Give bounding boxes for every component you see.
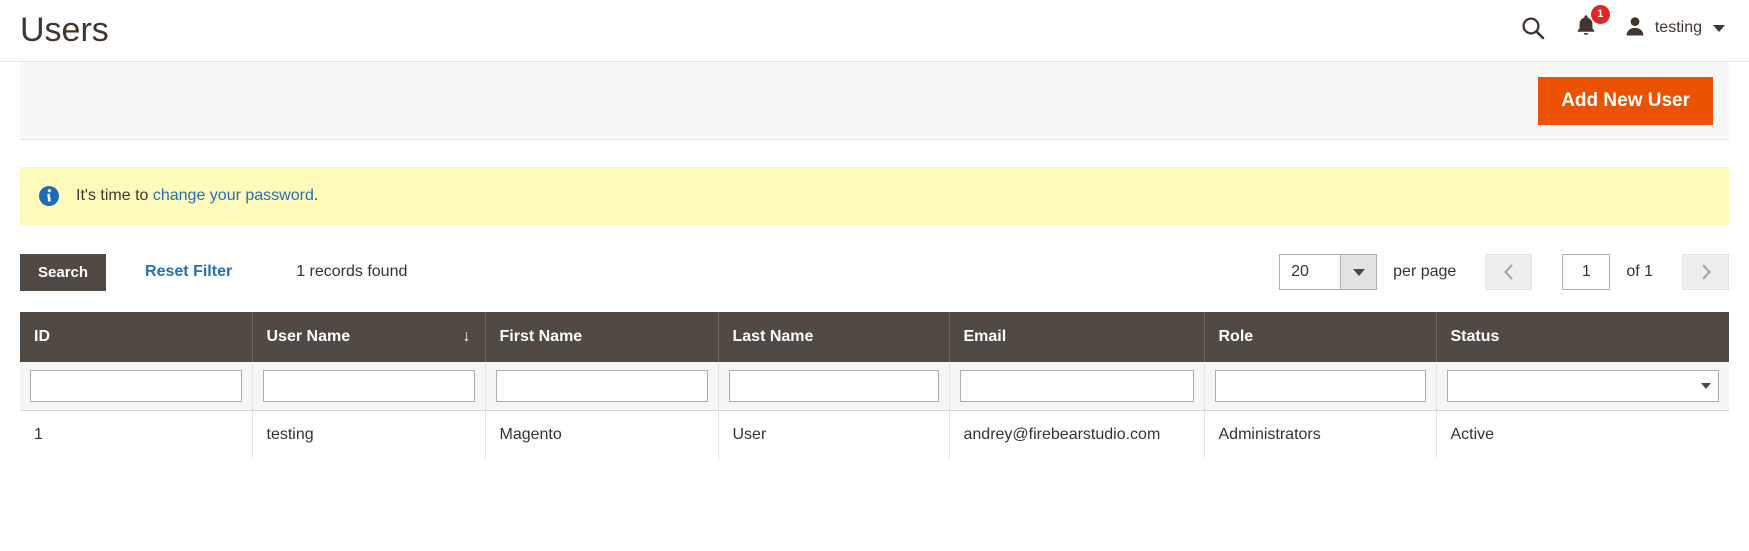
messages-area: It's time to change your password. [20,167,1729,225]
cell-role: Administrators [1204,410,1437,459]
table-row[interactable]: 1 testing Magento User andrey@firebearstudio… [20,410,1729,459]
filter-input-last-name[interactable] [728,369,939,402]
column-header-id[interactable]: ID [20,312,253,362]
notifications-button[interactable]: 1 [1560,5,1612,47]
user-menu-label: testing [1654,19,1702,36]
filter-input-email[interactable] [959,369,1194,402]
filter-cell [485,362,719,411]
page-header: Users 1 testing [0,0,1749,62]
column-header-label: Email [963,328,1007,345]
pager: 20 per page of 1 [1279,254,1729,290]
cell-id: 1 [20,410,253,459]
per-page-value: 20 [1291,263,1309,280]
chevron-down-icon [1352,268,1365,276]
column-header-label: Last Name [732,328,814,345]
per-page-dropdown-arrow[interactable] [1340,255,1377,289]
user-avatar-icon [1624,15,1646,42]
notice-message: It's time to change your password. [20,167,1729,225]
header-actions: 1 testing [1506,5,1731,48]
filter-input-id[interactable] [30,369,242,402]
column-header-first-name[interactable]: First Name [485,312,719,362]
column-header-role[interactable]: Role [1204,312,1437,362]
total-pages-label: of 1 [1626,263,1653,280]
info-icon [38,185,60,207]
filter-select-status[interactable] [1446,369,1719,402]
chevron-down-icon [1701,382,1711,389]
notifications-badge: 1 [1590,5,1610,24]
per-page-select[interactable]: 20 [1279,254,1378,290]
notice-message-text: It's time to change your password. [76,186,318,206]
filter-cell [252,362,486,411]
chevron-left-icon [1503,264,1513,280]
notice-text-before: It's time to [76,187,153,204]
filter-input-user-name[interactable] [262,369,475,402]
column-header-label: User Name [266,328,351,345]
column-header-email[interactable]: Email [949,312,1205,362]
next-page-button[interactable] [1682,254,1729,290]
table-header-row: ID User Name ↓ First Name Last Name Email Role… [20,312,1729,362]
cell-status: Active [1436,410,1729,459]
column-header-label: Role [1218,328,1254,345]
previous-page-button[interactable] [1485,254,1533,290]
page-actions-bar: Add New User [20,62,1729,140]
per-page-label: per page [1393,263,1457,280]
chevron-down-icon [1713,24,1725,32]
column-header-user-name[interactable]: User Name ↓ [252,312,486,362]
table-filter-row [20,362,1729,411]
reset-filter-link[interactable]: Reset Filter [145,263,232,281]
filter-cell [949,362,1205,411]
search-button[interactable] [1506,9,1560,47]
add-new-user-button[interactable]: Add New User [1538,76,1713,125]
records-found-count: 1 records found [296,263,408,280]
filter-input-first-name[interactable] [495,369,708,402]
cell-last-name: User [718,410,950,459]
search-submit-button[interactable]: Search [20,253,107,291]
cell-first-name: Magento [485,410,719,459]
grid-toolbar: Search Reset Filter 1 records found 20 p… [20,253,1729,291]
filter-cell [1204,362,1437,411]
change-password-link[interactable]: change your password [153,187,314,204]
users-grid: ID User Name ↓ First Name Last Name Email Role… [20,312,1729,459]
filter-cell [20,362,253,411]
filter-cell [1436,362,1729,411]
column-header-label: Status [1450,328,1500,345]
column-header-last-name[interactable]: Last Name [718,312,950,362]
cell-email: andrey@firebearstudio.com [949,410,1205,459]
filter-cell [718,362,950,411]
search-icon [1520,15,1546,41]
users-table: ID User Name ↓ First Name Last Name Email Role… [20,312,1729,459]
column-header-status[interactable]: Status [1436,312,1729,362]
page-title: Users [20,11,109,49]
user-menu[interactable]: testing [1612,15,1731,42]
cell-user-name: testing [252,410,486,459]
chevron-right-icon [1701,264,1711,280]
sort-descending-icon: ↓ [462,328,471,345]
notice-text-after: . [313,187,319,204]
current-page-input[interactable] [1562,254,1611,290]
column-header-label: ID [34,328,50,345]
filter-input-role[interactable] [1214,369,1426,402]
column-header-label: First Name [499,328,583,345]
